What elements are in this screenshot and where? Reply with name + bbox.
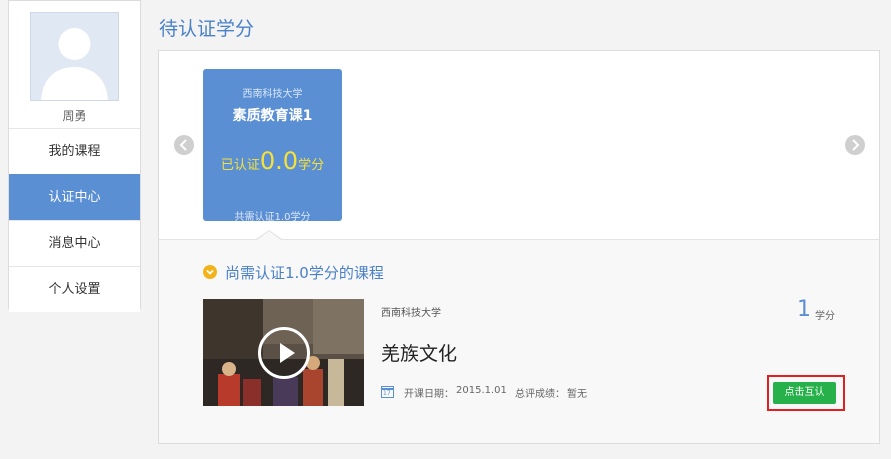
chevron-left-icon (179, 139, 187, 151)
course-name[interactable]: 羌族文化 (381, 339, 457, 366)
course-credit-card[interactable]: 西南科技大学 素质教育课1 已认证0.0学分 共需认证1.0学分 (203, 69, 342, 223)
course-school: 西南科技大学 (381, 308, 441, 319)
chevron-right-icon (852, 139, 860, 151)
sidebar-item-certification-center[interactable]: 认证中心 (9, 174, 140, 220)
start-date-label: 开课日期： (404, 389, 454, 400)
section-title: 尚需认证1.0学分的课程 (225, 264, 384, 282)
pending-courses-section: 尚需认证1.0学分的课程 西南科技大学 羌族文化 开课日期： 20 (159, 240, 879, 443)
play-icon[interactable] (258, 327, 310, 379)
card-cert-value: 0.0 (259, 147, 299, 175)
mutual-recognition-button[interactable]: 点击互认 (773, 382, 836, 404)
course-carousel: 西南科技大学 素质教育课1 已认证0.0学分 共需认证1.0学分 (159, 51, 879, 240)
sidebar-nav: 我的课程 认证中心 消息中心 个人设置 (9, 128, 140, 312)
credit-panel: 西南科技大学 素质教育课1 已认证0.0学分 共需认证1.0学分 尚需认证1.0… (158, 50, 880, 444)
user-name: 周勇 (62, 109, 87, 123)
sidebar: 周勇 我的课程 认证中心 消息中心 个人设置 (8, 0, 141, 312)
card-cert-prefix: 已认证 (220, 158, 260, 173)
sidebar-item-personal-settings[interactable]: 个人设置 (9, 266, 140, 312)
card-required-credits: 共需认证1.0学分 (234, 212, 311, 223)
page-title: 待认证学分 (159, 18, 255, 40)
course-credit-value: 1 (797, 297, 811, 322)
course-video-thumbnail[interactable] (203, 299, 364, 406)
sidebar-item-message-center[interactable]: 消息中心 (9, 220, 140, 266)
overall-score: 暂无 (567, 389, 587, 400)
overall-score-label: 总评成绩： (515, 389, 565, 400)
card-cert-suffix: 学分 (298, 158, 325, 173)
course-credit-unit: 学分 (815, 311, 835, 322)
start-date: 2015.1.01 (456, 385, 507, 396)
carousel-prev-button[interactable] (174, 135, 194, 155)
selected-card-pointer (256, 230, 282, 240)
avatar[interactable] (30, 12, 119, 101)
calendar-icon (381, 386, 394, 398)
chevron-down-circle-icon (203, 265, 217, 279)
card-course-name: 素质教育课1 (232, 108, 313, 124)
card-certified-credits: 已认证0.0学分 (203, 147, 342, 175)
card-school: 西南科技大学 (242, 89, 303, 100)
carousel-next-button[interactable] (845, 135, 865, 155)
sidebar-item-my-courses[interactable]: 我的课程 (9, 128, 140, 174)
